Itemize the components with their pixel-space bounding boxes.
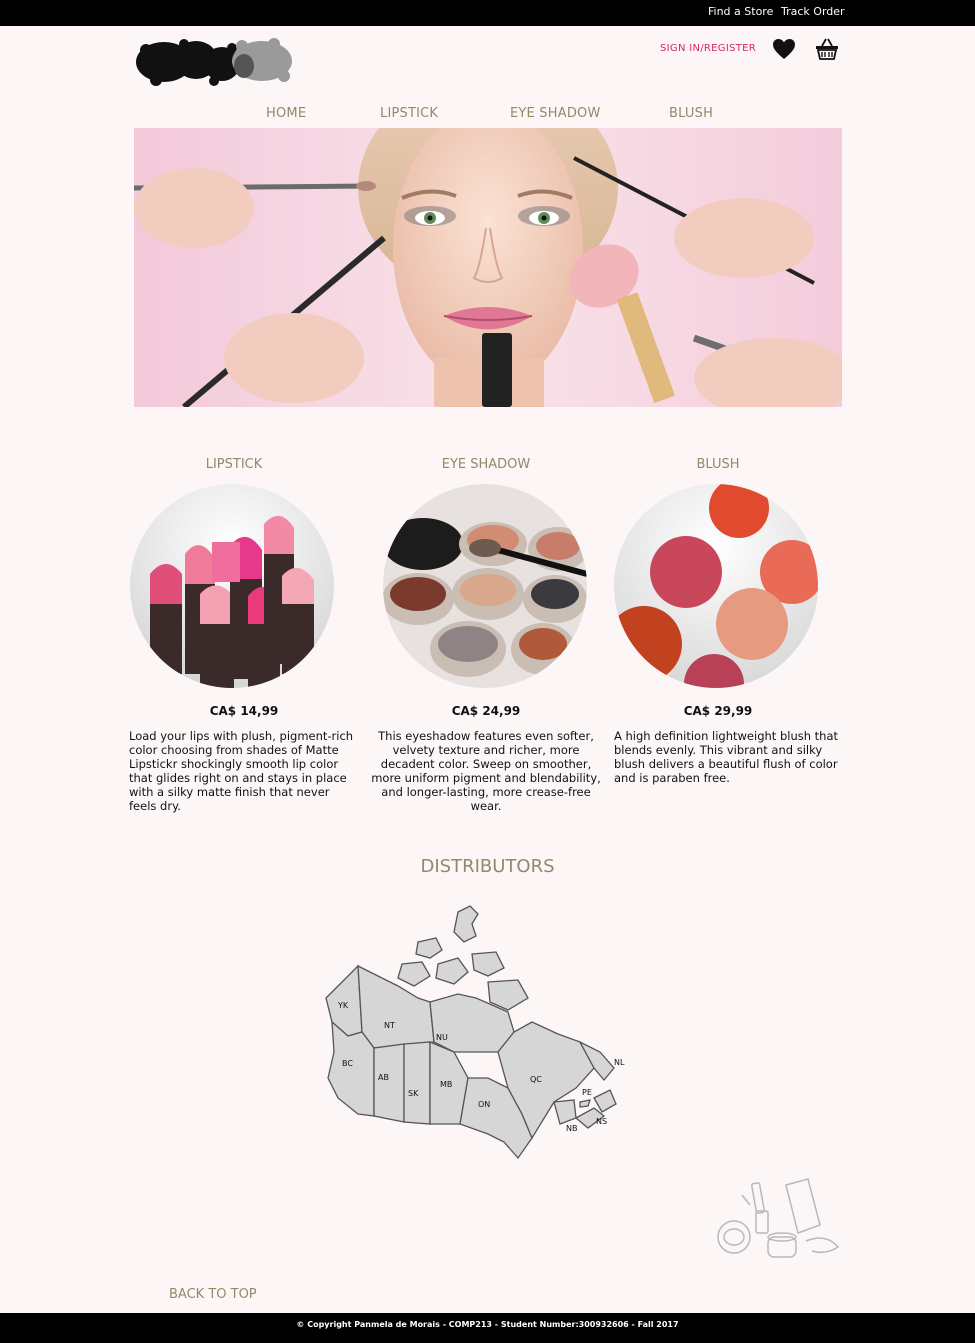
product-description: A high definition lightweight blush that… bbox=[614, 729, 839, 785]
track-order-link[interactable]: Track Order bbox=[781, 5, 845, 18]
nav-eyeshadow[interactable]: EYE SHADOW bbox=[510, 106, 601, 121]
product-price: CA$ 24,99 bbox=[451, 704, 521, 718]
product-title: BLUSH bbox=[696, 457, 740, 472]
product-price: CA$ 14,99 bbox=[209, 704, 279, 718]
province-label-ab: AB bbox=[378, 1073, 389, 1082]
province-label-nl: NL bbox=[614, 1058, 625, 1067]
logo[interactable] bbox=[134, 36, 300, 88]
province-label-qc: QC bbox=[530, 1075, 542, 1084]
province-label-bc: BC bbox=[342, 1059, 353, 1068]
product-title: LIPSTICK bbox=[205, 457, 263, 472]
top-bar: Find a Store Track Order bbox=[0, 0, 975, 26]
product-price: CA$ 29,99 bbox=[683, 704, 753, 718]
canada-map[interactable]: YK NT NU BC AB SK MB ON QC NL PE NS NB bbox=[318, 902, 638, 1164]
product-title: EYE SHADOW bbox=[441, 457, 531, 472]
product-description: This eyeshadow features even softer, vel… bbox=[371, 729, 601, 813]
basket-icon[interactable] bbox=[815, 37, 839, 61]
footer-copyright: © Copyright Panmela de Morais - COMP213 … bbox=[0, 1313, 975, 1343]
province-label-nb: NB bbox=[566, 1124, 577, 1133]
nav-lipstick[interactable]: LIPSTICK bbox=[380, 106, 438, 121]
heart-icon[interactable] bbox=[772, 38, 796, 60]
province-label-nt: NT bbox=[384, 1021, 395, 1030]
back-to-top-link[interactable]: BACK TO TOP bbox=[169, 1287, 257, 1302]
province-label-yk: YK bbox=[337, 1001, 349, 1010]
blush-image[interactable] bbox=[614, 484, 818, 688]
signin-register-link[interactable]: SIGN IN/REGISTER bbox=[660, 43, 756, 54]
nav-home[interactable]: HOME bbox=[266, 106, 306, 121]
cosmetics-illustration bbox=[717, 1178, 840, 1258]
province-label-on: ON bbox=[478, 1100, 490, 1109]
province-label-nu: NU bbox=[436, 1033, 448, 1042]
eyeshadow-image[interactable] bbox=[383, 484, 587, 688]
nav-blush[interactable]: BLUSH bbox=[669, 106, 713, 121]
lipstick-image[interactable] bbox=[130, 484, 334, 688]
hero-banner-image bbox=[134, 128, 842, 407]
province-label-ns: NS bbox=[596, 1117, 607, 1126]
province-label-mb: MB bbox=[440, 1080, 452, 1089]
province-label-sk: SK bbox=[408, 1089, 419, 1098]
find-store-link[interactable]: Find a Store bbox=[708, 5, 773, 18]
distributors-title: DISTRIBUTORS bbox=[420, 856, 555, 877]
province-label-pe: PE bbox=[582, 1088, 592, 1097]
product-description: Load your lips with plush, pigment-rich … bbox=[129, 729, 354, 813]
